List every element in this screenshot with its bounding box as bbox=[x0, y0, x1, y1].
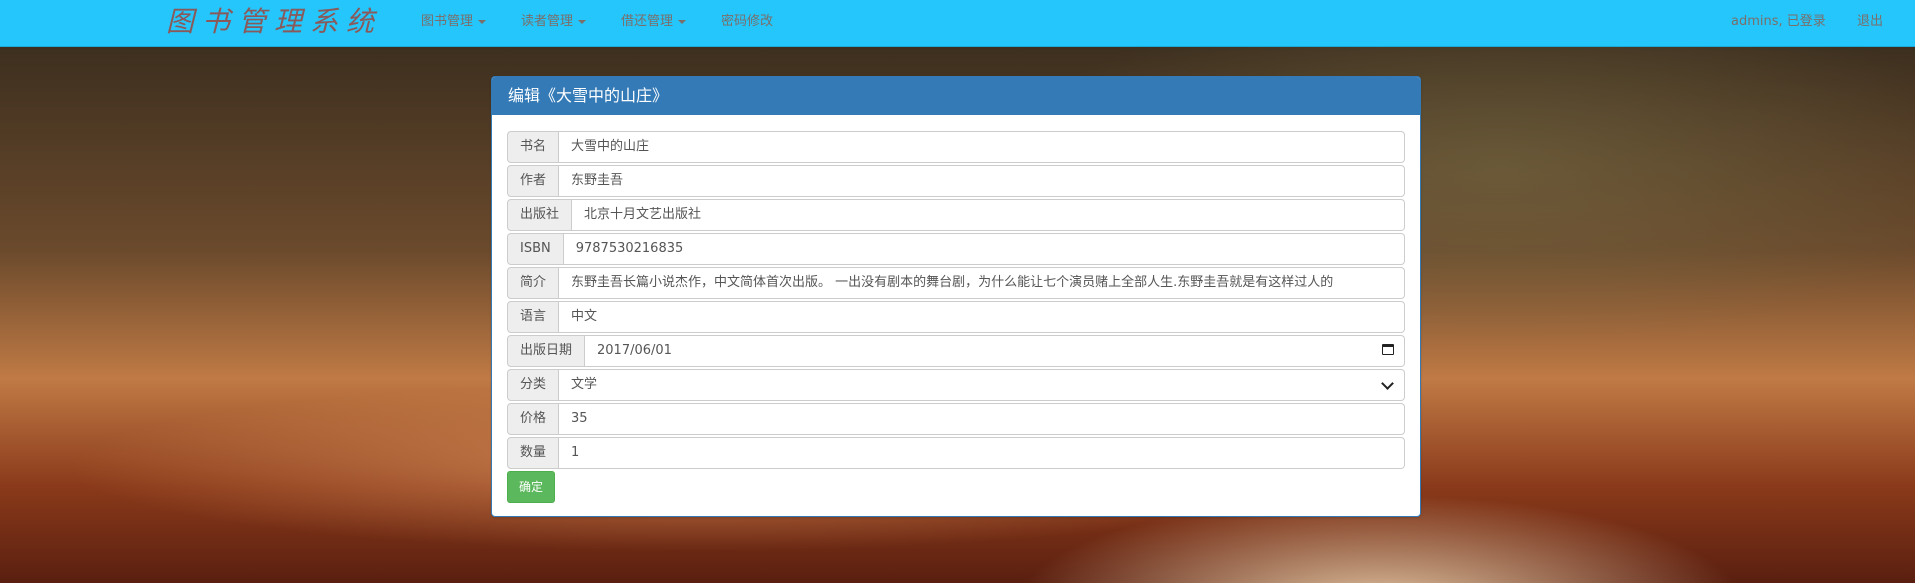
brand-logo[interactable]: 图书管理系统 bbox=[166, 2, 382, 42]
pub-date-value: 2017/06/01 bbox=[597, 343, 672, 358]
isbn-input[interactable]: 9787530216835 bbox=[563, 233, 1405, 265]
field-pub-date: 出版日期 2017/06/01 bbox=[507, 335, 1405, 367]
field-label: 价格 bbox=[507, 403, 560, 435]
nav-label: 读者管理 bbox=[521, 14, 574, 29]
pub-date-input[interactable]: 2017/06/01 bbox=[585, 335, 1405, 367]
field-label: 分类 bbox=[507, 369, 560, 401]
calendar-icon[interactable] bbox=[1382, 344, 1394, 355]
quantity-input[interactable]: 1 bbox=[559, 437, 1405, 469]
field-title: 书名 大雪中的山庄 bbox=[507, 131, 1405, 163]
field-price: 价格 35 bbox=[507, 403, 1405, 435]
field-label: 语言 bbox=[507, 301, 560, 333]
nav-label: 密码修改 bbox=[721, 14, 774, 29]
field-label: ISBN bbox=[507, 233, 564, 265]
field-isbn: ISBN 9787530216835 bbox=[507, 233, 1405, 265]
caret-down-icon bbox=[678, 19, 687, 24]
nav-label: 图书管理 bbox=[421, 14, 474, 29]
field-quantity: 数量 1 bbox=[507, 437, 1405, 469]
nav-label: 借还管理 bbox=[621, 14, 674, 29]
field-label: 书名 bbox=[507, 131, 560, 163]
top-navbar: 图书管理系统 图书管理 读者管理 借还管理 密码修改 admins, 已登录 退… bbox=[0, 0, 1915, 47]
field-language: 语言 中文 bbox=[507, 301, 1405, 333]
nav-reader-management[interactable]: 读者管理 bbox=[521, 0, 587, 46]
intro-input[interactable]: 东野圭吾长篇小说杰作，中文简体首次出版。 一出没有剧本的舞台剧，为什么能让七个演… bbox=[559, 267, 1405, 299]
field-label: 作者 bbox=[507, 165, 560, 197]
author-input[interactable]: 东野圭吾 bbox=[559, 165, 1405, 197]
publisher-input[interactable]: 北京十月文艺出版社 bbox=[572, 199, 1405, 231]
category-select[interactable]: 文学 bbox=[559, 369, 1405, 401]
field-author: 作者 东野圭吾 bbox=[507, 165, 1405, 197]
caret-down-icon bbox=[578, 19, 587, 24]
category-value: 文学 bbox=[571, 377, 598, 392]
price-input[interactable]: 35 bbox=[559, 403, 1405, 435]
title-input[interactable]: 大雪中的山庄 bbox=[559, 131, 1405, 163]
field-intro: 简介 东野圭吾长篇小说杰作，中文简体首次出版。 一出没有剧本的舞台剧，为什么能让… bbox=[507, 267, 1405, 299]
caret-down-icon bbox=[478, 19, 487, 24]
chevron-down-icon bbox=[1381, 377, 1394, 390]
confirm-button[interactable]: 确定 bbox=[507, 471, 555, 503]
nav-book-management[interactable]: 图书管理 bbox=[421, 0, 487, 46]
nav-borrow-management[interactable]: 借还管理 bbox=[621, 0, 687, 46]
field-label: 数量 bbox=[507, 437, 560, 469]
field-label: 出版社 bbox=[507, 199, 573, 231]
field-publisher: 出版社 北京十月文艺出版社 bbox=[507, 199, 1405, 231]
field-label: 简介 bbox=[507, 267, 560, 299]
language-input[interactable]: 中文 bbox=[559, 301, 1405, 333]
nav-change-password[interactable]: 密码修改 bbox=[721, 0, 773, 46]
edit-book-panel: 编辑《大雪中的山庄》 书名 大雪中的山庄 作者 东野圭吾 出版社 北京十月文艺出… bbox=[491, 76, 1421, 517]
logout-link[interactable]: 退出 bbox=[1857, 0, 1883, 46]
field-label: 出版日期 bbox=[507, 335, 586, 367]
field-category: 分类 文学 bbox=[507, 369, 1405, 401]
user-status[interactable]: admins, 已登录 bbox=[1731, 0, 1826, 46]
panel-title: 编辑《大雪中的山庄》 bbox=[492, 77, 1420, 115]
